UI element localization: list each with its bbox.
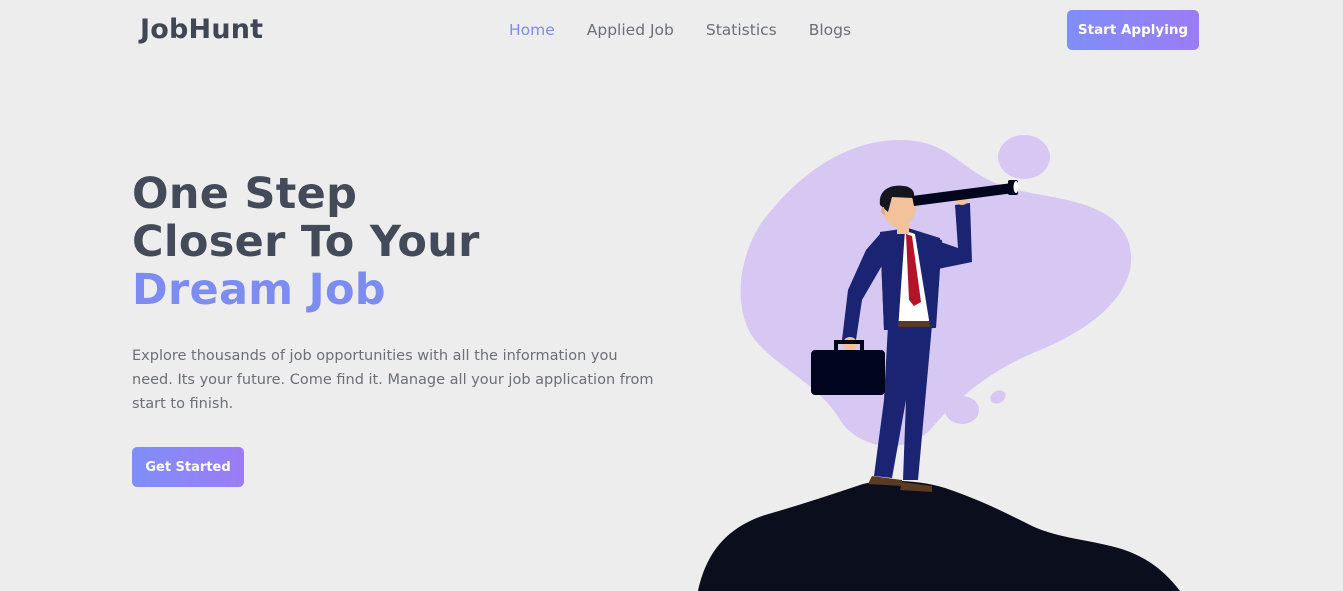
mountain bbox=[698, 480, 1180, 591]
landing-page: JobHunt Home Applied Job Statistics Blog… bbox=[0, 0, 1343, 591]
blob-bubble-small bbox=[945, 396, 979, 424]
logo[interactable]: JobHunt bbox=[140, 14, 263, 45]
start-applying-button[interactable]: Start Applying bbox=[1067, 10, 1199, 50]
nav-item-home[interactable]: Home bbox=[509, 21, 555, 39]
nav-item-blogs[interactable]: Blogs bbox=[809, 21, 851, 39]
hero-title: One Step Closer To Your Dream Job bbox=[132, 170, 480, 314]
blob-bubble-tiny bbox=[990, 390, 1006, 404]
man-with-telescope-illustration bbox=[698, 135, 1180, 591]
blob-bubble-large bbox=[998, 135, 1050, 179]
hero-title-line-1: One Step bbox=[132, 169, 358, 219]
telescope-lens bbox=[1013, 181, 1019, 193]
briefcase bbox=[811, 350, 885, 395]
hero-title-accent: Dream Job bbox=[132, 265, 386, 315]
nav-item-applied-job[interactable]: Applied Job bbox=[587, 21, 674, 39]
hero-description: Explore thousands of job opportunities w… bbox=[132, 348, 654, 412]
get-started-button[interactable]: Get Started bbox=[132, 447, 244, 487]
main-nav: Home Applied Job Statistics Blogs bbox=[509, 21, 883, 39]
hero-title-line-2: Closer To Your bbox=[132, 217, 480, 267]
nav-item-statistics[interactable]: Statistics bbox=[706, 21, 777, 39]
